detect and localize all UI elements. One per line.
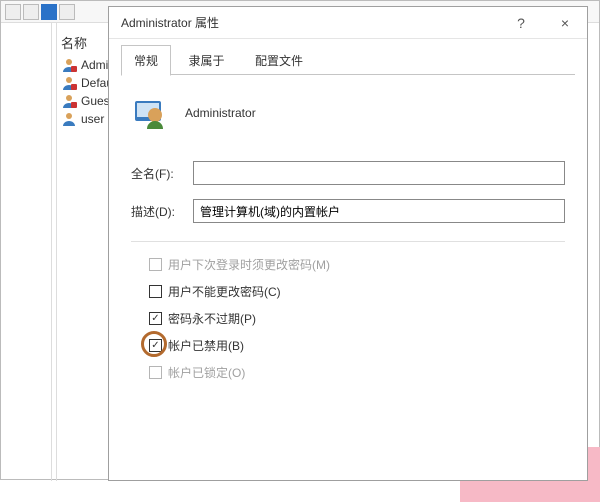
checkbox-cannot-change-password[interactable]: 用户不能更改密码(C)	[149, 283, 565, 300]
checkbox-icon	[149, 312, 162, 325]
checkbox-password-never-expires[interactable]: 密码永不过期(P)	[149, 310, 565, 327]
user-avatar-icon	[131, 95, 167, 131]
tab-content: Administrator 全名(F): 描述(D): 用户下次登录时须更改密码…	[109, 75, 587, 401]
checkbox-account-disabled[interactable]: 帐户已禁用(B)	[149, 337, 565, 354]
checkbox-icon	[149, 366, 162, 379]
checkbox-icon	[149, 339, 162, 352]
titlebar: Administrator 属性 ? ×	[109, 7, 587, 39]
user-icon	[61, 75, 77, 91]
checkbox-label: 用户下次登录时须更改密码(M)	[168, 256, 330, 273]
description-input[interactable]	[193, 199, 565, 223]
tab-profile[interactable]: 配置文件	[242, 45, 316, 76]
tab-general[interactable]: 常规	[121, 45, 171, 76]
checkbox-label: 用户不能更改密码(C)	[168, 283, 281, 300]
tab-member-of[interactable]: 隶属于	[175, 45, 237, 76]
checkbox-icon	[149, 258, 162, 271]
toolbar-icon[interactable]	[23, 4, 39, 20]
full-name-label: 全名(F):	[131, 165, 193, 182]
checkbox-label: 帐户已禁用(B)	[168, 337, 244, 354]
checkbox-icon	[149, 285, 162, 298]
toolbar-icon[interactable]	[59, 4, 75, 20]
user-icon	[61, 57, 77, 73]
tab-strip: 常规 隶属于 配置文件	[109, 45, 587, 75]
user-name-label: Administrator	[185, 106, 256, 120]
toolbar-icon[interactable]	[5, 4, 21, 20]
full-name-input[interactable]	[193, 161, 565, 185]
properties-dialog: Administrator 属性 ? × 常规 隶属于 配置文件 Adminis…	[108, 6, 588, 481]
checkbox-label: 帐户已锁定(O)	[168, 364, 245, 381]
window-title: Administrator 属性	[109, 14, 499, 31]
user-icon	[61, 93, 77, 109]
separator	[131, 241, 565, 242]
close-button[interactable]: ×	[543, 7, 587, 39]
user-icon	[61, 111, 77, 127]
list-item-label: user	[81, 112, 104, 126]
checkbox-account-locked: 帐户已锁定(O)	[149, 364, 565, 381]
checkbox-must-change-password: 用户下次登录时须更改密码(M)	[149, 256, 565, 273]
help-button[interactable]: ?	[499, 7, 543, 39]
list-item-label: Gues	[81, 94, 110, 108]
toolbar-icon[interactable]	[41, 4, 57, 20]
description-label: 描述(D):	[131, 203, 193, 220]
column-header-name: 名称	[61, 33, 87, 52]
checkbox-label: 密码永不过期(P)	[168, 310, 256, 327]
